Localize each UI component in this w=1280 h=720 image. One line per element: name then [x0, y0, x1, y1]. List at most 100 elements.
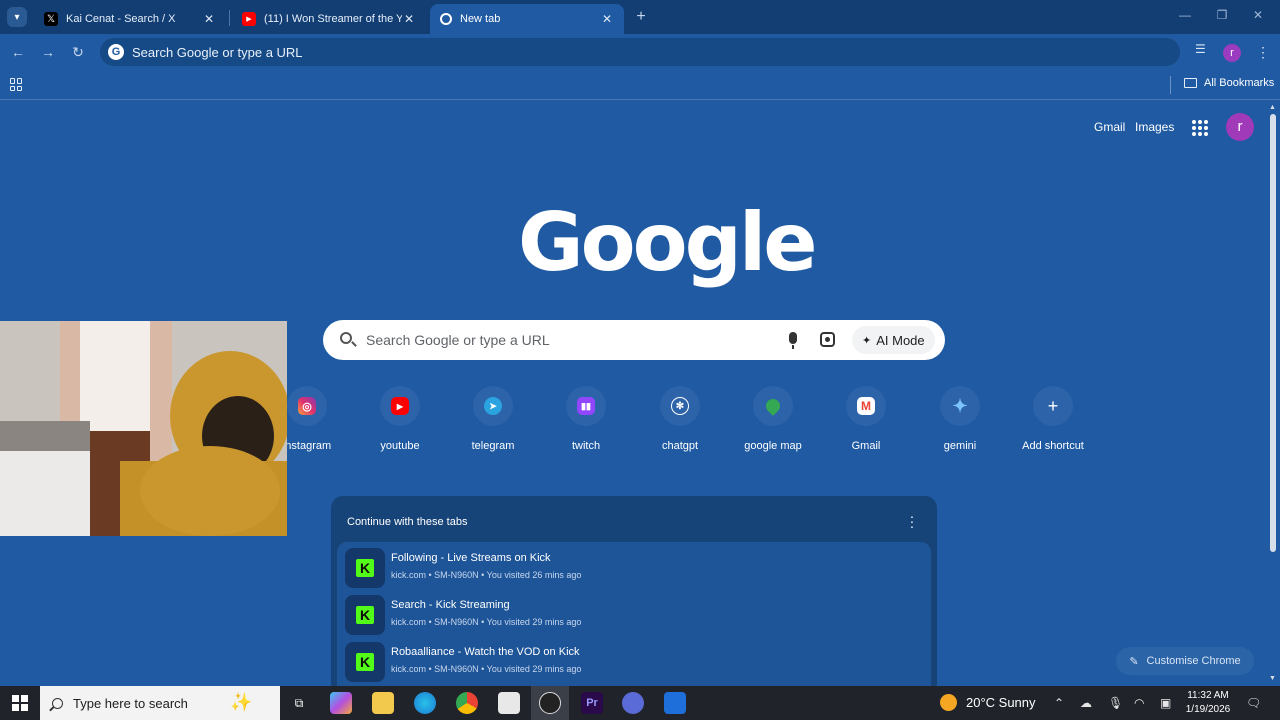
tab-x[interactable]: 𝕏 Kai Cenat - Search / X ✕: [34, 4, 226, 34]
scroll-down-arrow-icon[interactable]: ▼: [1269, 675, 1276, 682]
tab-strip: ▾ 𝕏 Kai Cenat - Search / X ✕ ▶ (11) I Wo…: [0, 0, 1280, 34]
google-maps-icon: [763, 396, 783, 416]
search-icon: [340, 332, 352, 344]
tab-title: Kai Cenat - Search / X: [66, 13, 176, 25]
weather-widget[interactable]: 20°C Sunny: [940, 694, 1036, 711]
ai-mode-label: AI Mode: [876, 332, 925, 348]
microphone-tray-icon[interactable]: 🎙: [1108, 696, 1123, 710]
clock-date: 1/19/2026: [1185, 704, 1231, 715]
scrollbar-thumb[interactable]: [1270, 114, 1276, 552]
shortcut-label: google map: [744, 440, 802, 452]
scroll-up-arrow-icon[interactable]: ▲: [1269, 104, 1276, 111]
list-item-title: Robaalliance - Watch the VOD on Kick: [391, 646, 580, 658]
tabs-list: K Following - Live Streams on Kick kick.…: [337, 542, 931, 702]
list-item[interactable]: K Search - Kick Streaming kick.com • SM-…: [345, 593, 925, 635]
list-item-title: Following - Live Streams on Kick: [391, 552, 551, 564]
shortcut-label: twitch: [571, 440, 601, 452]
sun-icon: [940, 694, 957, 711]
address-bar[interactable]: G Search Google or type a URL: [100, 38, 1180, 66]
tab-title: (11) I Won Streamer of the Year: [264, 13, 402, 25]
back-icon[interactable]: ←: [8, 42, 28, 62]
list-item-meta: kick.com • SM-N960N • You visited 29 min…: [391, 617, 582, 627]
webcam-overlay: [0, 321, 287, 536]
customise-label: Customise Chrome: [1146, 655, 1241, 667]
youtube-icon: ▶: [391, 397, 409, 415]
app-icon[interactable]: [664, 692, 686, 714]
profile-avatar[interactable]: r: [1226, 113, 1254, 141]
shortcut-gemini[interactable]: ✦ gemini: [915, 386, 1005, 452]
bookmarks-bar: All Bookmarks: [0, 70, 1280, 100]
copilot-icon[interactable]: [330, 692, 352, 714]
system-clock[interactable]: 11:32 AM 1/19/2026: [1178, 689, 1238, 717]
forward-icon[interactable]: →: [38, 42, 58, 62]
list-item-meta: kick.com • SM-N960N • You visited 29 min…: [391, 664, 582, 674]
chevron-up-icon[interactable]: ⌃: [1054, 696, 1064, 710]
toolbar: ← → ↻ G Search Google or type a URL ☰: [0, 34, 1280, 70]
media-controls-icon[interactable]: ☰: [1195, 42, 1206, 56]
task-view-icon[interactable]: ⧉: [288, 692, 310, 714]
edge-icon[interactable]: [414, 692, 436, 714]
google-lens-icon[interactable]: [820, 332, 835, 347]
windows-start-icon[interactable]: [9, 692, 31, 714]
google-g-icon: G: [108, 44, 124, 60]
file-explorer-icon[interactable]: [372, 692, 394, 714]
list-item[interactable]: K Following - Live Streams on Kick kick.…: [345, 546, 925, 588]
tab-youtube[interactable]: ▶ (11) I Won Streamer of the Year ✕: [232, 4, 426, 34]
shortcut-label: telegram: [471, 440, 515, 452]
taskbar-search-placeholder: Type here to search: [73, 695, 188, 711]
gmail-icon: M: [857, 397, 875, 415]
shortcut-youtube[interactable]: ▶ youtube: [355, 386, 445, 452]
list-item-meta: kick.com • SM-N960N • You visited 26 min…: [391, 570, 582, 580]
notifications-icon[interactable]: 🗨: [1246, 696, 1261, 710]
premiere-pro-icon[interactable]: Pr: [581, 692, 603, 714]
shortcut-gmail[interactable]: M Gmail: [821, 386, 911, 452]
microsoft-store-icon[interactable]: [498, 692, 520, 714]
close-window-icon[interactable]: ✕: [1248, 8, 1268, 22]
shortcut-label: youtube: [380, 440, 420, 452]
all-bookmarks-button[interactable]: All Bookmarks: [1184, 77, 1274, 89]
wifi-icon[interactable]: ◠: [1134, 696, 1144, 710]
shortcut-label: Gmail: [851, 440, 881, 452]
onedrive-icon[interactable]: ☁: [1080, 696, 1092, 710]
ai-mode-button[interactable]: ✦ AI Mode: [852, 326, 935, 354]
close-icon[interactable]: ✕: [402, 12, 416, 26]
profile-avatar-small[interactable]: r: [1223, 44, 1241, 62]
shortcut-telegram[interactable]: ➤ telegram: [448, 386, 538, 452]
close-icon[interactable]: ✕: [600, 12, 614, 26]
tab-new-tab[interactable]: New tab ✕: [430, 4, 624, 34]
more-vert-icon[interactable]: · · ·: [909, 509, 915, 533]
obs-icon[interactable]: [539, 692, 561, 714]
images-link[interactable]: Images: [1135, 120, 1174, 134]
customise-chrome-button[interactable]: ✎ Customise Chrome: [1116, 647, 1254, 675]
search-icon: [52, 697, 63, 709]
shortcut-chatgpt[interactable]: ✻ chatgpt: [635, 386, 725, 452]
bookmark-divider: [1170, 76, 1171, 94]
new-tab-button[interactable]: +: [632, 8, 650, 26]
apps-grid-icon[interactable]: [10, 78, 23, 91]
add-shortcut-button[interactable]: + Add shortcut: [1008, 386, 1098, 452]
list-item[interactable]: K Robaalliance - Watch the VOD on Kick k…: [345, 640, 925, 682]
pencil-icon: ✎: [1129, 655, 1139, 668]
clock-time: 11:32 AM: [1187, 690, 1229, 701]
taskbar-search-box[interactable]: Type here to search ✨: [40, 686, 280, 720]
google-apps-icon[interactable]: [1192, 120, 1208, 136]
microphone-icon[interactable]: [789, 332, 797, 349]
gmail-link[interactable]: Gmail: [1094, 120, 1125, 134]
plus-icon: +: [1047, 395, 1059, 416]
shortcut-label: Add shortcut: [1022, 440, 1084, 452]
continue-tabs-card: Continue with these tabs · · · K Following…: [331, 496, 937, 702]
minimize-icon[interactable]: —: [1175, 8, 1195, 22]
shortcut-google-map[interactable]: google map: [728, 386, 818, 452]
maximize-icon[interactable]: ❐: [1212, 8, 1232, 22]
tab-search-button[interactable]: ▾: [7, 7, 27, 27]
chrome-icon[interactable]: [456, 692, 478, 714]
close-icon[interactable]: ✕: [202, 12, 216, 26]
ntp-search-box[interactable]: Search Google or type a URL ✦ AI Mode: [323, 320, 945, 360]
reload-icon[interactable]: ↻: [68, 42, 88, 62]
gemini-icon: ✦: [952, 395, 968, 416]
discord-icon[interactable]: [622, 692, 644, 714]
instagram-icon: ◎: [298, 397, 316, 415]
shortcut-twitch[interactable]: ▮▮ twitch: [541, 386, 631, 452]
volume-icon[interactable]: ▣: [1160, 696, 1171, 710]
more-menu-icon[interactable]: ⋮: [1256, 44, 1270, 61]
